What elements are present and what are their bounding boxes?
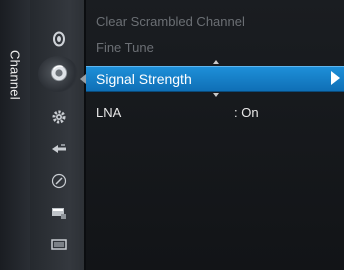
support-icon[interactable] <box>50 204 68 222</box>
channel-menu-panel: Clear Scrambled Channel Fine Tune Signal… <box>86 0 344 270</box>
setup-icon[interactable] <box>50 108 68 126</box>
category-tab-label: Channel <box>7 50 23 100</box>
menu-item-clear-scrambled-channel: Clear Scrambled Channel <box>96 14 245 29</box>
input-icon[interactable] <box>50 140 68 158</box>
menu-item-signal-strength[interactable]: Signal Strength <box>86 66 344 92</box>
tv-osd-screen: Channel Clear Scrambled Channel Fine Tun… <box>0 0 344 270</box>
application-icon[interactable] <box>50 172 68 190</box>
category-icon-column <box>30 0 86 270</box>
menu-item-fine-tune: Fine Tune <box>96 40 154 55</box>
scroll-up-arrow-icon <box>213 60 219 64</box>
lna-value: : On <box>234 105 259 120</box>
tv-icon[interactable] <box>50 236 68 254</box>
submenu-arrow-icon <box>331 71 340 85</box>
scroll-down-arrow-icon <box>213 93 219 97</box>
menu-item-lna[interactable]: LNA <box>96 105 121 120</box>
menu-item-label: Signal Strength <box>96 71 192 87</box>
category-tab: Channel <box>0 0 30 270</box>
channel-icon[interactable] <box>50 64 68 82</box>
picture-icon[interactable] <box>50 30 68 48</box>
